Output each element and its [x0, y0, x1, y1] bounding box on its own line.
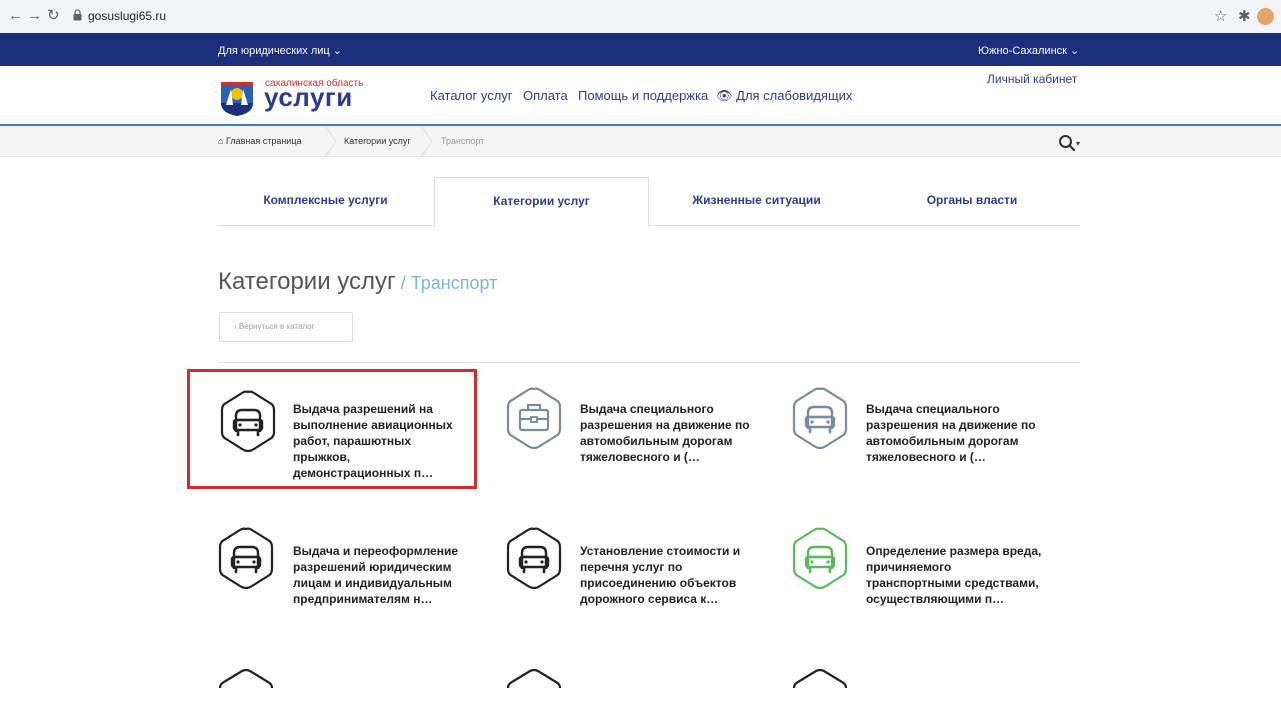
service-card[interactable]: Установление стоимости и перечня услуг п… — [477, 512, 767, 632]
hexagon-icon — [218, 668, 274, 689]
service-card-text: Выдача разрешений на выполнение авиацион… — [293, 402, 453, 480]
car-icon — [220, 390, 276, 452]
profile-avatar[interactable] — [1257, 8, 1274, 25]
breadcrumb-separator — [324, 126, 337, 157]
breadcrumb-current: Транспорт — [441, 136, 485, 146]
star-icon[interactable]: ☆ — [1214, 7, 1227, 25]
hexagon-icon — [506, 668, 562, 689]
forward-arrow-icon[interactable]: → — [27, 8, 42, 24]
nav-accessibility-label: Для слабовидящих — [736, 88, 853, 103]
back-to-catalog-button[interactable]: ‹ Вернуться в каталог — [219, 312, 353, 342]
extensions-icon[interactable]: ✱ — [1238, 7, 1251, 25]
nav-help[interactable]: Помощь и поддержка — [578, 88, 708, 103]
nav-catalog[interactable]: Каталог услуг — [430, 88, 513, 103]
tab-service-categories[interactable]: Категории услуг — [434, 177, 649, 227]
top-bar: Для юридических лиц ⌄ Южно-Сахалинск ⌄ — [0, 33, 1281, 66]
breadcrumb-home[interactable]: ⌂ Главная страница — [218, 136, 302, 146]
caret-down-icon[interactable]: ▾ — [1076, 139, 1080, 148]
search-icon[interactable] — [1058, 134, 1076, 152]
chevron-left-icon: ‹ — [234, 322, 237, 331]
car-icon — [792, 387, 848, 449]
nav-accessibility[interactable]: 👁 Для слабовидящих — [716, 88, 852, 104]
service-card[interactable]: Выдача специального разрешения на движен… — [764, 372, 1054, 492]
breadcrumb: ⌂ Главная страница Категории услуг Транс… — [0, 126, 1281, 157]
eye-icon: 👁 — [716, 88, 733, 103]
browser-toolbar: ← → ↻ gosuslugi65.ru ☆ ✱ — [0, 0, 1281, 33]
nav-payment[interactable]: Оплата — [523, 88, 568, 103]
back-arrow-icon[interactable]: ← — [8, 8, 23, 24]
service-card-text: Выдача специального разрешения на движен… — [580, 402, 750, 464]
page-title: Категории услуг / Транспорт — [218, 268, 497, 296]
service-card[interactable]: Выдача специального разрешения на движен… — [477, 372, 767, 492]
category-tabs: Комплексные услуги Категории услуг Жизне… — [218, 177, 1080, 227]
city-dropdown[interactable]: Южно-Сахалинск ⌄ — [978, 44, 1079, 57]
page-title-separator: / — [395, 273, 411, 293]
section-divider — [218, 362, 1080, 363]
page-title-main: Категории услуг — [218, 268, 396, 295]
home-icon: ⌂ — [218, 136, 224, 146]
car-icon — [792, 527, 848, 589]
page-subtitle[interactable]: Транспорт — [411, 273, 498, 293]
lock-icon — [73, 9, 82, 21]
service-card[interactable]: Определение размера вреда, причиняемого … — [764, 512, 1054, 632]
service-card-text: Выдача специального разрешения на движен… — [866, 402, 1036, 464]
tab-authorities[interactable]: Органы власти — [864, 177, 1080, 226]
briefcase-icon — [506, 387, 562, 449]
reload-icon[interactable]: ↻ — [47, 8, 60, 24]
car-icon — [218, 527, 274, 589]
back-to-catalog-label: Вернуться в каталог — [238, 322, 315, 331]
service-card-text: Выдача и переоформление разрешений юриди… — [293, 544, 459, 606]
service-card[interactable]: Выдача разрешений на выполнение авиацион… — [187, 369, 477, 489]
breadcrumb-home-label: Главная страница — [225, 136, 302, 146]
service-card[interactable]: Выдача и переоформление разрешений юриди… — [190, 512, 480, 632]
breadcrumb-separator — [420, 126, 433, 157]
hexagon-icon — [792, 668, 848, 689]
legal-entities-dropdown[interactable]: Для юридических лиц ⌄ — [218, 44, 342, 57]
address-bar[interactable]: gosuslugi65.ru — [88, 9, 166, 23]
personal-cabinet-link[interactable]: Личный кабинет — [987, 72, 1077, 86]
breadcrumb-categories[interactable]: Категории услуг — [344, 136, 411, 146]
coat-of-arms-icon[interactable] — [218, 79, 256, 117]
tab-life-situations[interactable]: Жизненные ситуации — [649, 177, 864, 226]
service-card-text: Определение размера вреда, причиняемого … — [866, 544, 1042, 606]
tab-complex-services[interactable]: Комплексные услуги — [218, 177, 433, 226]
site-header: сахалинская область услуги Каталог услуг… — [0, 66, 1281, 124]
car-icon — [506, 527, 562, 589]
logo-wordmark[interactable]: услуги — [264, 82, 353, 113]
service-card-text: Установление стоимости и перечня услуг п… — [580, 544, 741, 606]
